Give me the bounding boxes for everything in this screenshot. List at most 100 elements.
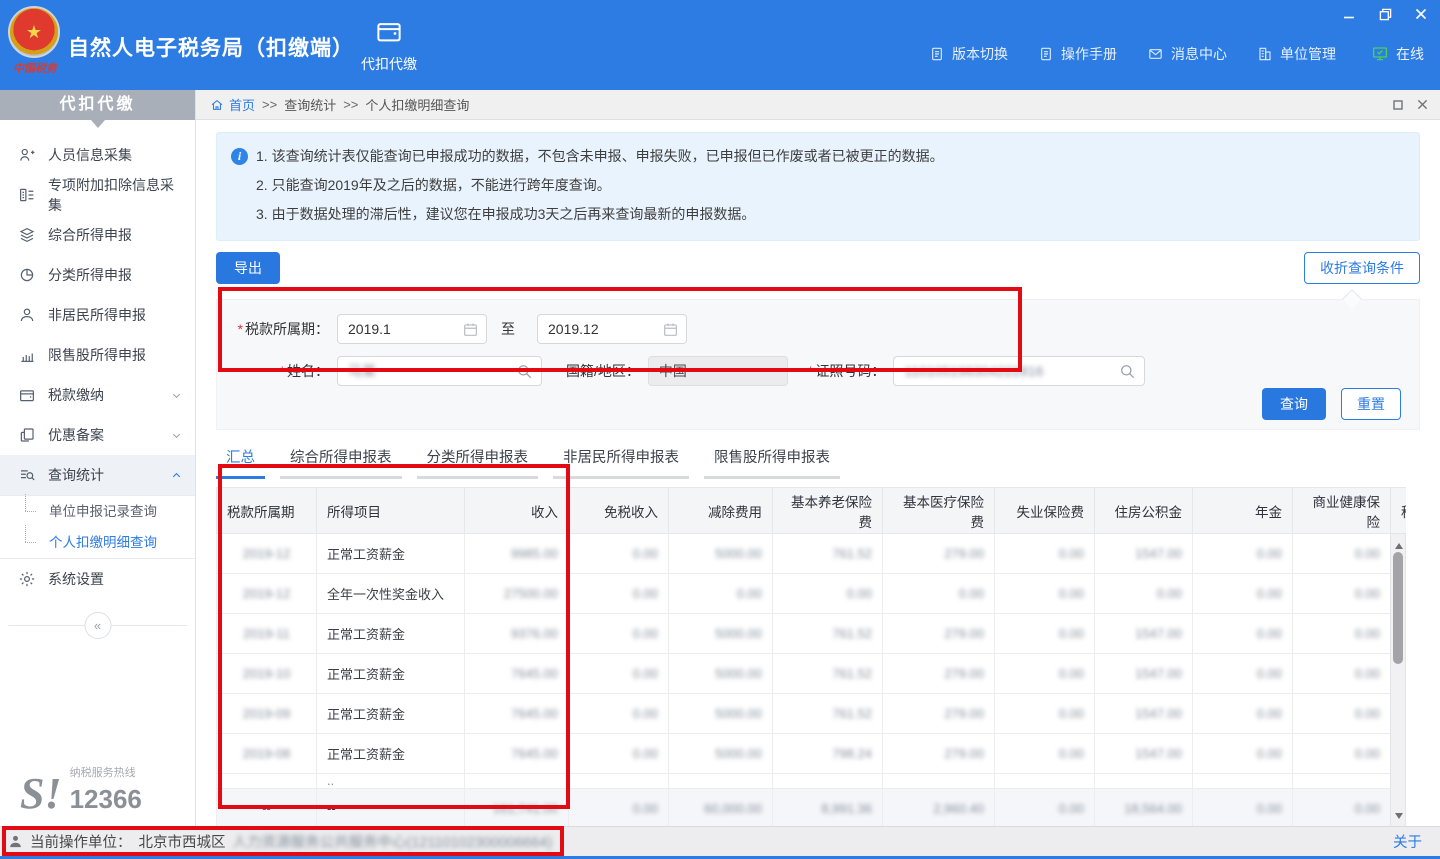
- table-cell: 0.00: [1293, 574, 1391, 614]
- gear-icon: [18, 570, 36, 588]
- collapse-query-conditions-button[interactable]: 收折查询条件: [1304, 252, 1420, 284]
- home-icon: [210, 98, 224, 112]
- sidebar-subitem-personal-withholding-detail[interactable]: 个人扣缴明细查询: [0, 527, 195, 558]
- table-header-row: 税款所属期 所得项目 收入 免税收入 减除费用 基本养老保险费 基本医疗保险费 …: [217, 488, 1407, 534]
- sidebar-item-query-statistics[interactable]: 查询统计: [0, 455, 195, 495]
- emblem-caption: 中国税务: [6, 60, 64, 76]
- table-cell: 0.00: [1193, 654, 1293, 694]
- about-link[interactable]: 关于: [1393, 831, 1422, 852]
- breadcrumb-home[interactable]: 首页: [210, 95, 255, 114]
- column-header: 减除费用: [669, 488, 773, 534]
- table-row[interactable]: 2019-10正常工资薪金7645.000.005000.00761.52279…: [217, 654, 1407, 694]
- minimize-button[interactable]: [1336, 4, 1362, 24]
- table-row[interactable]: 2019-12正常工资薪金9985.000.005000.00761.52279…: [217, 534, 1407, 574]
- person-add-icon: [18, 146, 36, 164]
- table-cell: 60,000.00: [669, 789, 773, 829]
- vertical-scroll-thumb[interactable]: [1393, 552, 1403, 664]
- nav-tab-label: 代扣代缴: [346, 54, 432, 74]
- table-cell: 0.00: [1193, 534, 1293, 574]
- sidebar-item-nonresident-income[interactable]: 非居民所得申报: [0, 295, 195, 335]
- table-cell: [883, 774, 995, 789]
- table-cell: 27500.00: [465, 574, 569, 614]
- hotline-number: 12366: [70, 786, 142, 812]
- sidebar-item-system-settings[interactable]: 系统设置: [0, 559, 195, 599]
- vertical-scrollbar[interactable]: [1390, 533, 1406, 829]
- table-row[interactable]: 2019-08正常工资薪金7645.000.005000.00798.24279…: [217, 734, 1407, 774]
- table-cell: [569, 774, 669, 789]
- table-cell: 2019-12: [217, 574, 317, 614]
- menu-item-manual[interactable]: 操作手册: [1038, 44, 1117, 64]
- search-icon[interactable]: [516, 363, 533, 380]
- sidebar-item-personnel-info[interactable]: 人员信息采集: [0, 135, 195, 175]
- panel-close-icon[interactable]: [1417, 99, 1428, 110]
- close-button[interactable]: [1408, 4, 1434, 24]
- export-button[interactable]: 导出: [216, 252, 280, 284]
- table-cell: 5000.00: [669, 654, 773, 694]
- sidebar-item-comprehensive-income[interactable]: 综合所得申报: [0, 215, 195, 255]
- calendar-icon[interactable]: [663, 322, 678, 337]
- table-cell: 5000.00: [669, 694, 773, 734]
- current-unit-redacted: 人力资源服务公共服务中心(12110102300006664): [233, 831, 553, 852]
- sidebar-subitem-unit-declare-records[interactable]: 单位申报记录查询: [0, 496, 195, 527]
- period-from-input[interactable]: 2019.1: [337, 314, 487, 344]
- sidebar-item-special-deduction[interactable]: 专项附加扣除信息采集: [0, 175, 195, 215]
- menu-item-unit-management[interactable]: 单位管理: [1257, 44, 1336, 64]
- table-row[interactable]: 2019-09正常工资薪金7645.000.005000.00761.52279…: [217, 694, 1407, 734]
- table-cell: 7645.00: [465, 734, 569, 774]
- table-row[interactable]: 2019-11正常工资薪金9376.000.005000.00761.52279…: [217, 614, 1407, 654]
- tab-restricted-stock[interactable]: 限售股所得申报表: [704, 446, 840, 479]
- menu-item-version-switch[interactable]: 版本切换: [929, 44, 1008, 64]
- scroll-up-arrow[interactable]: [1395, 539, 1403, 549]
- period-to-input[interactable]: 2019.12: [537, 314, 687, 344]
- calendar-icon[interactable]: [463, 322, 478, 337]
- notice-line-3: 3. 由于数据处理的滞后性，建议您在申报成功3天之后再来查询最新的申报数据。: [256, 200, 755, 229]
- restore-button[interactable]: [1372, 4, 1398, 24]
- scroll-down-arrow[interactable]: [1395, 813, 1403, 823]
- id-number-input[interactable]: 110105198304222816: [893, 356, 1145, 386]
- column-header: 基本医疗保险费: [883, 488, 995, 534]
- table-row[interactable]: ..: [217, 774, 1407, 789]
- china-tax-emblem-logo: ★: [8, 6, 60, 58]
- search-icon[interactable]: [1119, 363, 1136, 380]
- sidebar-item-preferential-filing[interactable]: 优惠备案: [0, 415, 195, 455]
- breadcrumb-item-personal-withholding-detail: 个人扣缴明细查询: [365, 95, 469, 114]
- tab-classified-income[interactable]: 分类所得申报表: [417, 446, 539, 479]
- envelope-icon: [1147, 46, 1164, 62]
- toolbar: 导出 收折查询条件: [216, 252, 1420, 284]
- sidebar-item-classified-income[interactable]: 分类所得申报: [0, 255, 195, 295]
- sidebar-collapse-button[interactable]: «: [84, 612, 111, 639]
- reset-button[interactable]: 重置: [1341, 388, 1401, 420]
- table-cell: [995, 774, 1095, 789]
- tab-comprehensive-income[interactable]: 综合所得申报表: [280, 446, 402, 479]
- table-cell: 5000.00: [669, 614, 773, 654]
- table-cell: 正常工资薪金: [317, 614, 465, 654]
- table-cell: 0.00: [1293, 534, 1391, 574]
- table-cell: 正常工资薪金: [317, 654, 465, 694]
- sidebar-item-restricted-stock[interactable]: 限售股所得申报: [0, 335, 195, 375]
- table-total-row[interactable]: ----161,741.000.0060,000.008,991.362,960…: [217, 789, 1407, 829]
- table-cell: 5000.00: [669, 534, 773, 574]
- tab-nonresident-income[interactable]: 非居民所得申报表: [553, 446, 689, 479]
- table-cell: 2,960.40: [883, 789, 995, 829]
- bar-chart-icon: [18, 346, 36, 364]
- search-button[interactable]: 查询: [1262, 388, 1326, 420]
- table-cell: 1547.00: [1095, 654, 1193, 694]
- nav-tab-withholding[interactable]: 代扣代缴: [346, 16, 432, 74]
- sidebar-submenu-query: 单位申报记录查询 个人扣缴明细查询: [0, 495, 195, 559]
- table-cell: [465, 774, 569, 789]
- breadcrumb-item-query-statistics[interactable]: 查询统计: [284, 95, 336, 114]
- name-input[interactable]: 马某: [337, 356, 542, 386]
- nationality-label: 国籍/地区：: [566, 361, 640, 381]
- column-header: 税: [1391, 488, 1407, 534]
- sidebar-item-tax-payment[interactable]: 税款缴纳: [0, 375, 195, 415]
- window-controls: [1336, 4, 1434, 24]
- panel-maximize-icon[interactable]: [1393, 100, 1403, 110]
- table-row[interactable]: 2019-12全年一次性奖金收入27500.000.000.000.000.00…: [217, 574, 1407, 614]
- column-header: 免税收入: [569, 488, 669, 534]
- table-cell: 7645.00: [465, 694, 569, 734]
- chevron-down-icon: [170, 429, 183, 442]
- menu-item-message-center[interactable]: 消息中心: [1147, 44, 1227, 64]
- top-header: ★ 中国税务 自然人电子税务局（扣缴端） 代扣代缴 版本切换 操作手册 消息中心…: [0, 0, 1440, 90]
- table-cell: 279.00: [883, 654, 995, 694]
- tab-summary[interactable]: 汇总: [216, 446, 265, 479]
